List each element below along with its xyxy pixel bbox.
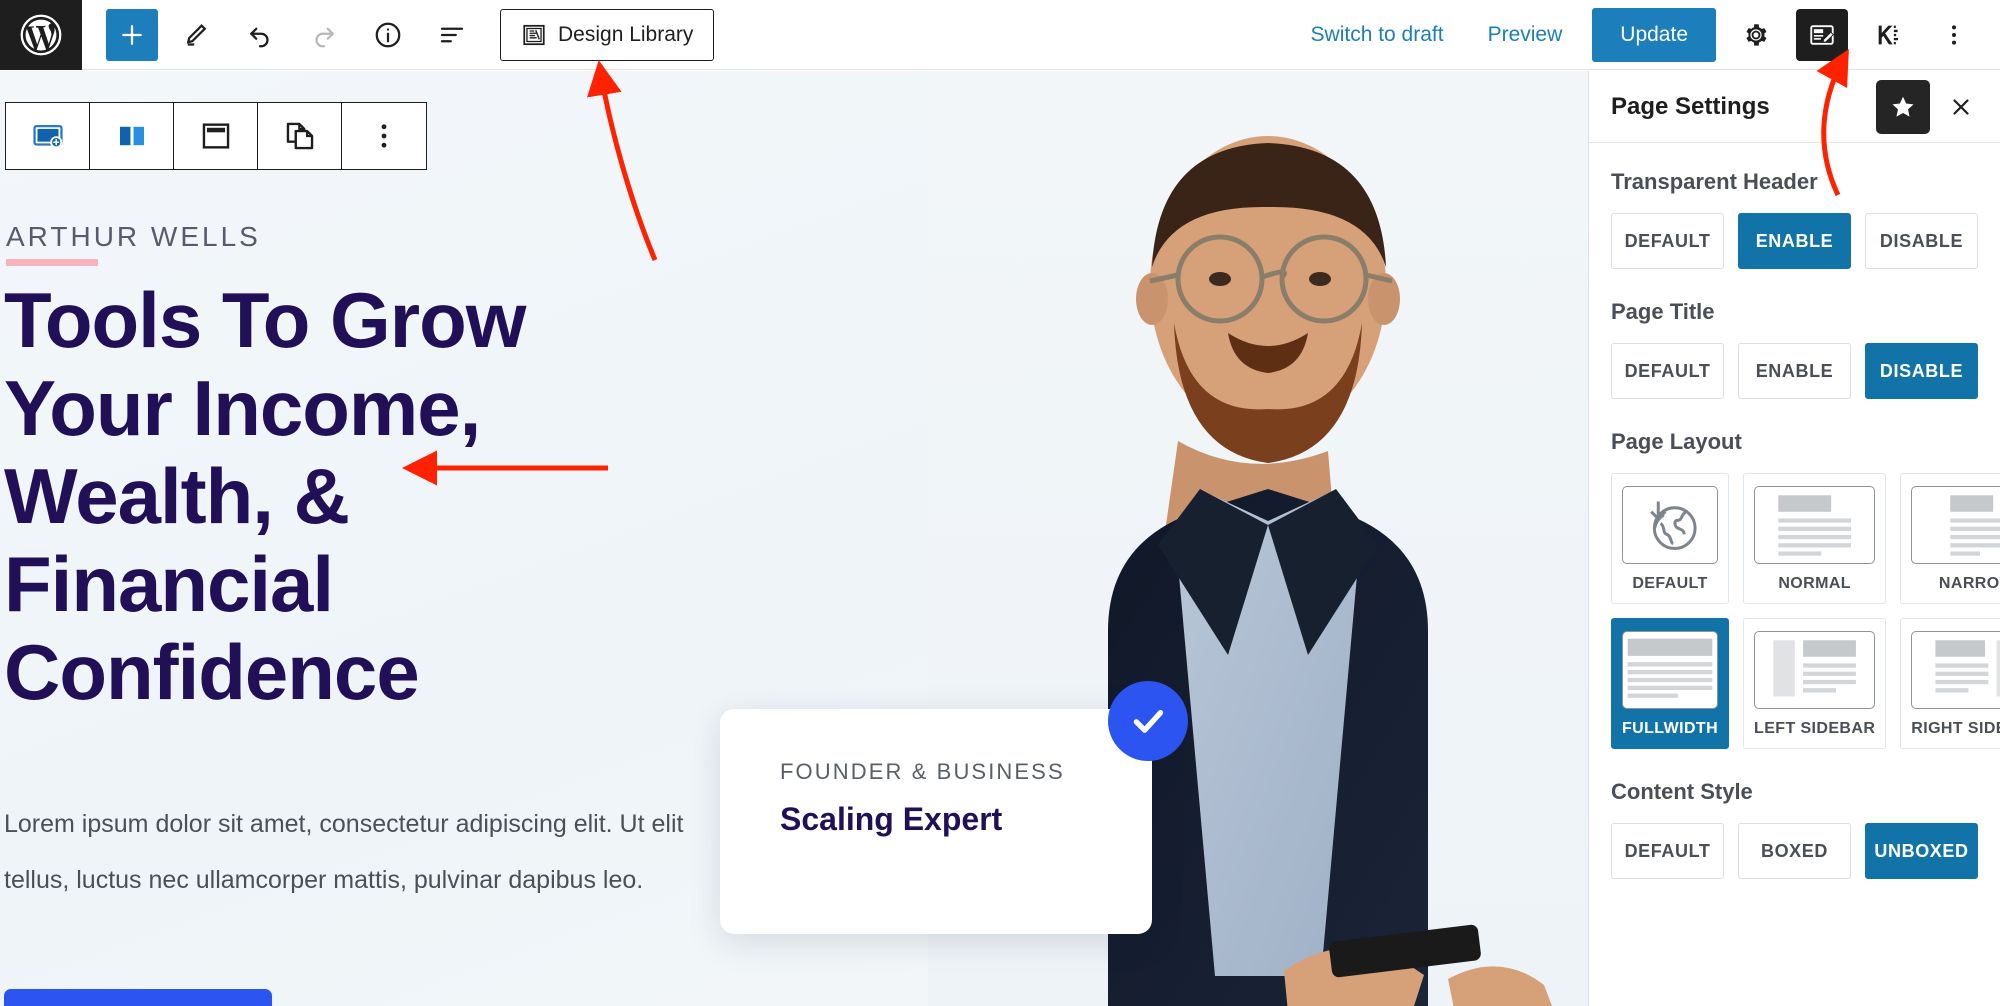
wordpress-logo-icon[interactable] <box>0 0 82 70</box>
content-style-label: Content Style <box>1611 779 1753 804</box>
layout-option-normal[interactable]: NORMAL <box>1743 473 1887 604</box>
page-title-enable[interactable]: ENABLE <box>1738 343 1851 399</box>
layout-option-left-sidebar[interactable]: LEFT SIDEBAR <box>1743 618 1887 749</box>
transparent-header-enable[interactable]: ENABLE <box>1738 213 1851 269</box>
panel-header: Page Settings <box>1589 71 2000 143</box>
founder-card-title: Scaling Expert <box>780 801 1003 837</box>
editor-canvas: ARTHUR WELLS Tools To Grow Your Income, … <box>0 71 1588 1006</box>
content-style-boxed[interactable]: BOXED <box>1738 823 1851 879</box>
page-title-disable[interactable]: DISABLE <box>1865 343 1978 399</box>
top-bar-left-tools: Design Library <box>82 8 715 61</box>
page-settings-toggle-button[interactable] <box>1796 8 1848 61</box>
normal-layout-icon <box>1754 486 1876 564</box>
narrow-layout-icon <box>1911 486 2000 564</box>
hero-eyebrow-underline <box>6 259 98 266</box>
page-title-options: DEFAULT ENABLE DISABLE <box>1611 343 1978 399</box>
cover-block-icon <box>32 124 63 149</box>
right-sidebar-layout-icon <box>1911 631 2000 709</box>
add-block-button[interactable] <box>106 8 158 61</box>
page-title-default[interactable]: DEFAULT <box>1611 343 1724 399</box>
vertical-dots-icon <box>381 124 387 148</box>
page-layout-label: Page Layout <box>1611 429 1742 454</box>
layout-option-narrow-label: NARROW <box>1938 575 2000 592</box>
block-options-button[interactable] <box>342 103 426 169</box>
redo-button[interactable] <box>298 9 350 61</box>
kadence-icon <box>1878 25 1899 44</box>
kadence-blocks-button[interactable] <box>1862 9 1914 61</box>
layout-option-default-label: DEFAULT <box>1632 575 1708 592</box>
layout-option-default[interactable]: DEFAULT <box>1611 473 1730 604</box>
founder-card-label: FOUNDER & BUSINESS <box>780 759 1065 784</box>
layout-option-right-sidebar[interactable]: RIGHT SIDEBAR <box>1900 618 2000 749</box>
edit-tool-button[interactable] <box>170 9 222 61</box>
preview-button[interactable]: Preview <box>1466 9 1585 61</box>
editor-top-bar: Design Library Switch to draft Preview U… <box>0 0 2000 70</box>
founder-info-card[interactable]: FOUNDER & BUSINESS Scaling Expert <box>720 709 1152 934</box>
page-title-heading: Page Settings <box>1611 92 1770 120</box>
fullwidth-layout-icon <box>1622 631 1719 709</box>
hero-eyebrow-text[interactable]: ARTHUR WELLS <box>6 221 261 253</box>
transparent-header-default[interactable]: DEFAULT <box>1611 213 1724 269</box>
undo-button[interactable] <box>234 9 286 61</box>
panel-body: Transparent Header DEFAULT ENABLE DISABL… <box>1589 143 2000 879</box>
favorite-button[interactable] <box>1876 79 1930 134</box>
check-badge <box>1108 681 1188 761</box>
duplicate-block-button[interactable] <box>258 103 342 169</box>
top-bar-right-tools: Switch to draft Preview Update <box>1289 7 2000 62</box>
copy-pages-icon <box>286 122 313 150</box>
star-icon <box>1892 96 1914 117</box>
hero-heading[interactable]: Tools To Grow Your Income, Wealth, & Fin… <box>4 276 624 716</box>
update-button[interactable]: Update <box>1592 7 1716 62</box>
globe-download-icon <box>1622 486 1719 564</box>
block-type-cover-button[interactable] <box>6 103 90 169</box>
content-style-options: DEFAULT BOXED UNBOXED <box>1611 823 1978 879</box>
design-library-button[interactable]: Design Library <box>500 8 715 61</box>
row-layout-icon <box>202 123 229 149</box>
view-all-courses-button[interactable]: View All Courses <box>4 989 272 1006</box>
page-layout-options: DEFAULT NORMAL NARRO FULLWIDTH LEFT SIDE… <box>1611 473 2000 749</box>
content-style-unboxed[interactable]: UNBOXED <box>1865 823 1978 879</box>
left-sidebar-layout-icon <box>1754 631 1876 709</box>
design-library-icon <box>521 22 547 48</box>
block-row-layout-button[interactable] <box>174 103 258 169</box>
close-panel-button[interactable] <box>1938 84 1984 130</box>
check-icon <box>1133 710 1164 733</box>
content-style-default[interactable]: DEFAULT <box>1611 823 1724 879</box>
layout-option-fullwidth-label: FULLWIDTH <box>1622 720 1719 737</box>
page-settings-panel: Page Settings Transparent Header DEFAULT… <box>1588 71 2000 1006</box>
close-icon <box>1953 98 1969 115</box>
transparent-header-label: Transparent Header <box>1611 169 1818 194</box>
block-columns-button[interactable] <box>90 103 174 169</box>
page-settings-icon <box>1810 24 1834 45</box>
block-toolbar <box>5 102 427 170</box>
gear-icon <box>1746 23 1767 46</box>
settings-gear-button[interactable] <box>1730 9 1782 61</box>
more-options-button[interactable] <box>1928 9 1980 61</box>
details-button[interactable] <box>362 9 414 61</box>
switch-to-draft-button[interactable]: Switch to draft <box>1289 9 1466 61</box>
two-columns-icon <box>119 126 144 146</box>
vertical-dots-icon <box>1952 24 1956 45</box>
list-view-button[interactable] <box>426 9 478 61</box>
transparent-header-options: DEFAULT ENABLE DISABLE <box>1611 213 1978 269</box>
page-title-label: Page Title <box>1611 299 1715 324</box>
layout-option-right-sidebar-label: RIGHT SIDEBAR <box>1911 720 2000 737</box>
transparent-header-disable[interactable]: DISABLE <box>1865 213 1978 269</box>
design-library-label: Design Library <box>558 22 694 46</box>
layout-option-narrow[interactable]: NARROW <box>1900 473 2000 604</box>
layout-option-left-sidebar-label: LEFT SIDEBAR <box>1754 720 1876 737</box>
hero-paragraph[interactable]: Lorem ipsum dolor sit amet, consectetur … <box>4 796 714 908</box>
layout-option-fullwidth[interactable]: FULLWIDTH <box>1611 618 1730 749</box>
layout-option-normal-label: NORMAL <box>1778 575 1851 592</box>
